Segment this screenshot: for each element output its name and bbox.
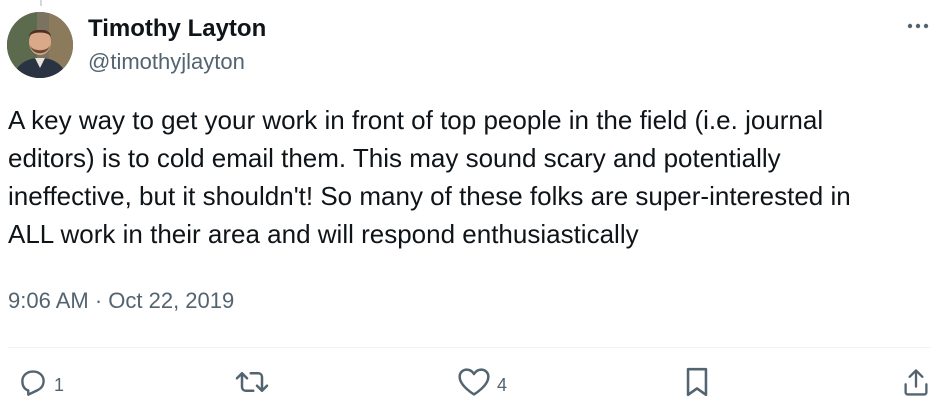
retweet-icon [235,372,269,392]
like-button[interactable]: 4 [457,362,507,402]
bookmark-icon [686,367,708,397]
thread-connector-line [40,0,42,6]
tweet-timestamp[interactable]: 9:06 AM · Oct 22, 2019 [8,286,234,316]
like-count: 4 [497,374,508,395]
reply-count: 1 [54,374,65,395]
more-dots-icon [907,23,929,29]
tweet-text: A key way to get your work in front of t… [8,101,933,253]
tweet-text-line: A key way to get your work in front of t… [8,105,824,135]
share-icon [904,369,928,396]
action-bar: 1 4 [0,362,939,402]
retweet-button[interactable] [233,362,271,402]
bookmark-button[interactable] [684,362,710,402]
author-name[interactable]: Timothy Layton [88,14,266,44]
author-info: Timothy Layton @timothyjlayton [88,14,266,77]
avatar[interactable] [7,12,73,78]
divider [8,347,931,348]
tweet-text-line: ineffective, but it shouldn't! So many o… [8,181,851,211]
tweet-text-line: ALL work in their area and will respond … [8,219,639,249]
author-handle[interactable]: @timothyjlayton [88,47,266,77]
heart-icon [458,368,490,396]
tweet: Timothy Layton @timothyjlayton A key way… [0,0,939,405]
share-button[interactable] [902,362,930,402]
tweet-text-line: editors) is to cold email them. This may… [8,143,781,173]
reply-icon [21,370,45,396]
reply-button[interactable]: 1 [18,362,64,402]
more-options-button[interactable] [903,16,933,36]
